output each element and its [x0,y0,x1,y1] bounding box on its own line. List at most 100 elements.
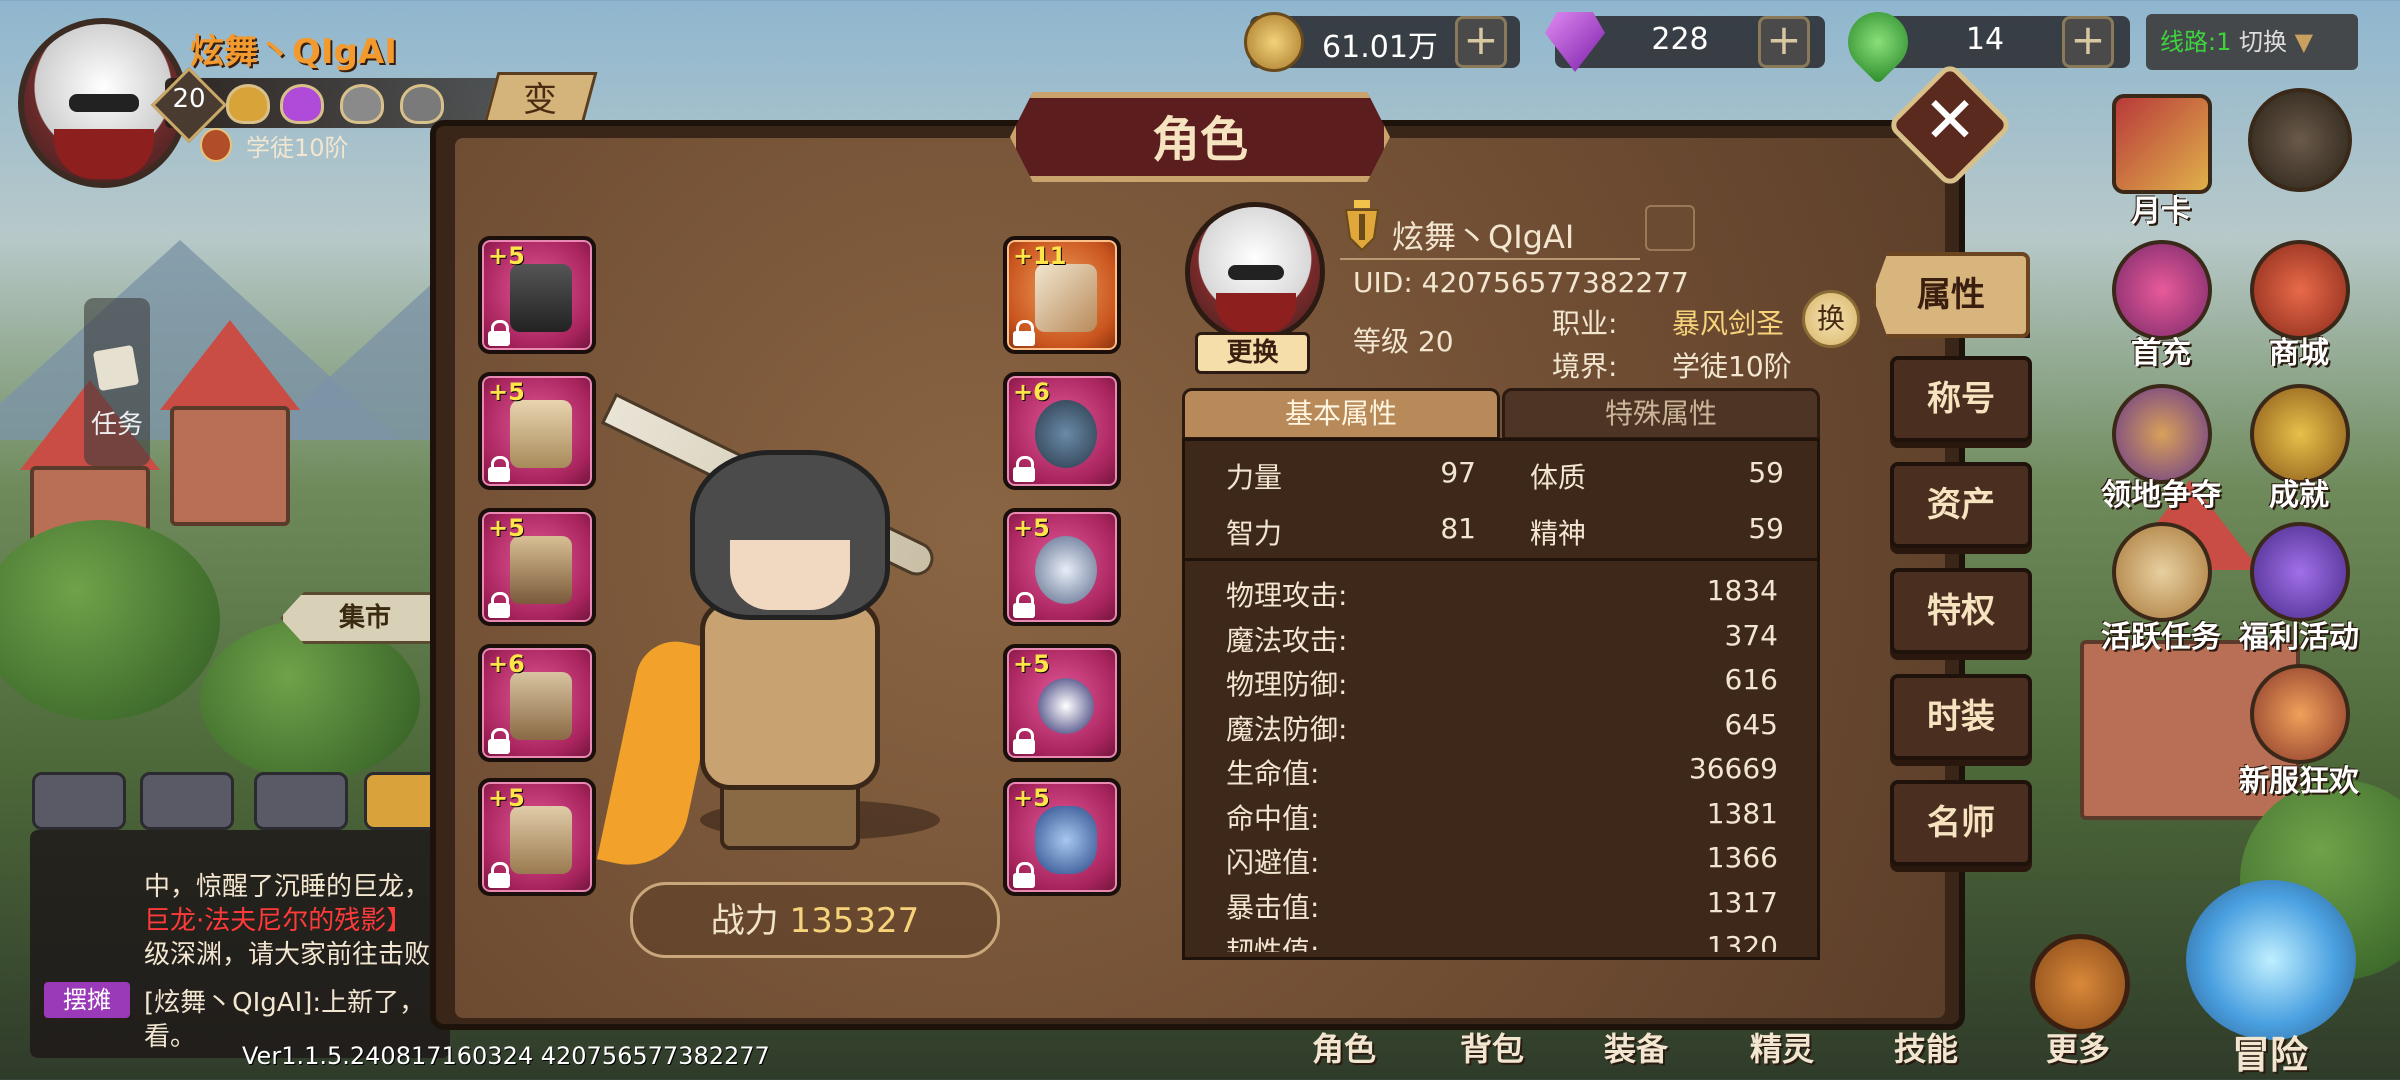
tab-titles[interactable]: 称号 [1890,356,2032,442]
player-rank: 学徒10阶 [246,134,349,162]
change-avatar-button[interactable]: 更换 [1195,332,1310,374]
friends-button[interactable] [254,772,348,830]
tab-special-attributes[interactable]: 特殊属性 [1502,388,1820,440]
equip-slot-ring[interactable]: +5 [1003,508,1121,626]
player-level: 20 [172,84,206,114]
panel-title: 角色 [1151,112,1248,168]
server-line-selector[interactable]: 线路:1 切换 ▼ [2146,14,2358,70]
combat-power: 战力 135327 [630,882,1000,958]
change-job-button[interactable]: 换 [1802,290,1860,348]
month-card-icon[interactable] [2112,94,2212,194]
add-gem-button[interactable]: + [1758,16,1810,68]
tab-mentor[interactable]: 名师 [1890,780,2032,866]
collapse-icon[interactable] [2248,88,2352,192]
enhance-level: +5 [488,514,525,542]
chat-line: 看。 [144,1022,197,1052]
first-recharge-icon[interactable] [2112,240,2212,340]
combat-stats-list[interactable]: 物理攻击: 1834 魔法攻击: 374 物理防御: 616 魔法防御: 645 生命值… [1182,568,1820,952]
player-name: 炫舞丶QIgAI [190,32,397,72]
carnival-label: 新服狂欢 [2239,764,2359,799]
uid-value: 420756577382277 [1421,266,1689,299]
profile-avatar[interactable] [1185,202,1325,342]
stat-row: 魔法防御: 645 [1182,702,1820,747]
territory-icon[interactable] [2112,384,2212,484]
lock-icon [1013,592,1035,618]
active-tasks-label: 活跃任务 [2101,620,2221,655]
hero-legs [720,780,860,850]
close-icon[interactable]: ✕ [1905,84,1995,158]
stat-row: 闪避值: 1366 [1182,835,1820,880]
enhance-level: +11 [1013,242,1067,270]
vip-badge-icon[interactable] [226,84,270,124]
shoulder-armor-icon [510,400,572,468]
wing-badge-icon[interactable] [400,84,444,124]
market-sign[interactable]: 集市 [280,592,450,644]
tab-attributes[interactable]: 属性 [1872,252,2030,338]
chat-panel[interactable]: 中，惊醒了沉睡的巨龙， 巨龙·法夫尼尔的残影】 级深渊，请大家前往击败 [炫舞丶… [30,830,450,1058]
add-gold-button[interactable]: + [1455,16,1507,68]
chat-bubble-button[interactable] [32,772,126,830]
gift-icon[interactable] [2250,522,2350,622]
enhance-level: +5 [488,784,525,812]
stat-row: 物理攻击: 1834 [1182,568,1820,613]
nav-more[interactable]: 更多 [2046,1024,2110,1070]
edit-name-feather-icon[interactable] [1645,205,1695,251]
heart-value: 14 [1965,22,2005,57]
stat-value: 59 [1748,456,1784,489]
task-label: 任务 [90,410,143,440]
add-heart-button[interactable]: + [2062,16,2114,68]
stat-value: 36669 [1688,752,1778,785]
gem-badge-icon[interactable] [280,84,324,124]
adventure-portal-icon[interactable] [2186,880,2356,1040]
more-button[interactable] [2030,934,2130,1034]
equip-slot-boots[interactable]: +5 [478,778,596,896]
equip-slot-bracelet[interactable]: +6 [1003,372,1121,490]
nav-adventure[interactable]: 冒险 [2232,1024,2308,1079]
equip-slot-chest[interactable]: +5 [478,508,596,626]
carnival-icon[interactable] [2250,664,2350,764]
nav-spirit[interactable]: 精灵 [1750,1024,1814,1070]
equip-slot-helmet[interactable]: +5 [478,236,596,354]
profile-uid: UID: 420756577382277 [1353,266,1689,299]
crossbow-icon [1035,264,1097,332]
lock-icon [488,862,510,888]
gauntlet-icon [510,672,572,740]
tab-fashion[interactable]: 时装 [1890,674,2032,760]
necklace-icon [1035,672,1097,740]
tab-privileges[interactable]: 特权 [1890,568,2032,654]
nav-role[interactable]: 角色 [1312,1024,1376,1070]
chat-line: [炫舞丶QIgAI]:上新了， [144,988,426,1018]
equip-slot-gloves[interactable]: +6 [478,644,596,762]
mail-button[interactable] [140,772,234,830]
equip-slot-amulet[interactable]: +5 [1003,778,1121,896]
rank-icon [200,128,232,162]
trophy-icon[interactable] [2250,384,2350,484]
stat-label: 魔法攻击: [1226,623,1348,657]
enhance-level: +6 [488,650,525,678]
nav-bag[interactable]: 背包 [1460,1024,1524,1070]
equip-slot-weapon[interactable]: +11 [1003,236,1121,354]
stat-row: 魔法攻击: 374 [1182,613,1820,658]
amulet-icon [1035,806,1097,874]
lock-icon [1013,862,1035,888]
house-bg [170,406,290,526]
stat-row: 物理防御: 616 [1182,657,1820,702]
nav-skill[interactable]: 技能 [1894,1024,1958,1070]
achievement-label: 成就 [2269,478,2329,513]
scroll-icon[interactable] [2112,522,2212,622]
equip-slot-shoulder[interactable]: +5 [478,372,596,490]
month-card-label: 月卡 [2131,194,2191,229]
stat-row: 韧性值: 1320 [1182,924,1820,952]
stat-value: 59 [1748,512,1784,545]
lock-icon [488,456,510,482]
tab-basic-attributes[interactable]: 基本属性 [1182,388,1500,440]
level-label: 等级 [1353,325,1410,358]
tab-assets[interactable]: 资产 [1890,462,2032,548]
nav-equip[interactable]: 装备 [1604,1024,1668,1070]
shop-icon[interactable] [2250,240,2350,340]
lock-icon [488,592,510,618]
stat-label: 韧性值: [1226,935,1320,952]
stat-row: 生命值: 36669 [1182,746,1820,791]
equip-slot-necklace[interactable]: +5 [1003,644,1121,762]
medal-badge-icon[interactable] [340,84,384,124]
